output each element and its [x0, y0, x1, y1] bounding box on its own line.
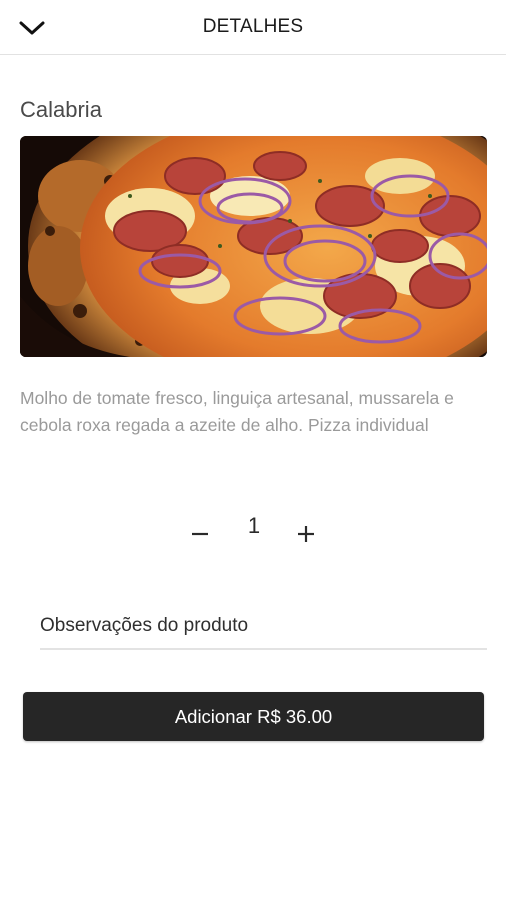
product-name: Calabria — [20, 97, 102, 122]
header-bar: DETALHES — [0, 0, 506, 55]
add-to-cart-button[interactable]: Adicionar R$ 36.00 — [23, 692, 484, 741]
quantity-value: 1 — [247, 513, 261, 538]
add-to-cart-label: Adicionar R$ 36.00 — [174, 705, 333, 727]
increase-quantity-button[interactable] — [292, 516, 320, 544]
minus-icon — [192, 532, 208, 536]
quantity-stepper: 1 — [180, 508, 330, 552]
product-image — [20, 136, 487, 357]
page-title: DETALHES — [202, 16, 304, 37]
decrease-quantity-button[interactable] — [186, 516, 214, 544]
plus-icon — [298, 526, 314, 542]
product-description: Molho de tomate fresco, linguiça artesan… — [20, 388, 454, 435]
product-notes-input[interactable] — [40, 604, 487, 650]
